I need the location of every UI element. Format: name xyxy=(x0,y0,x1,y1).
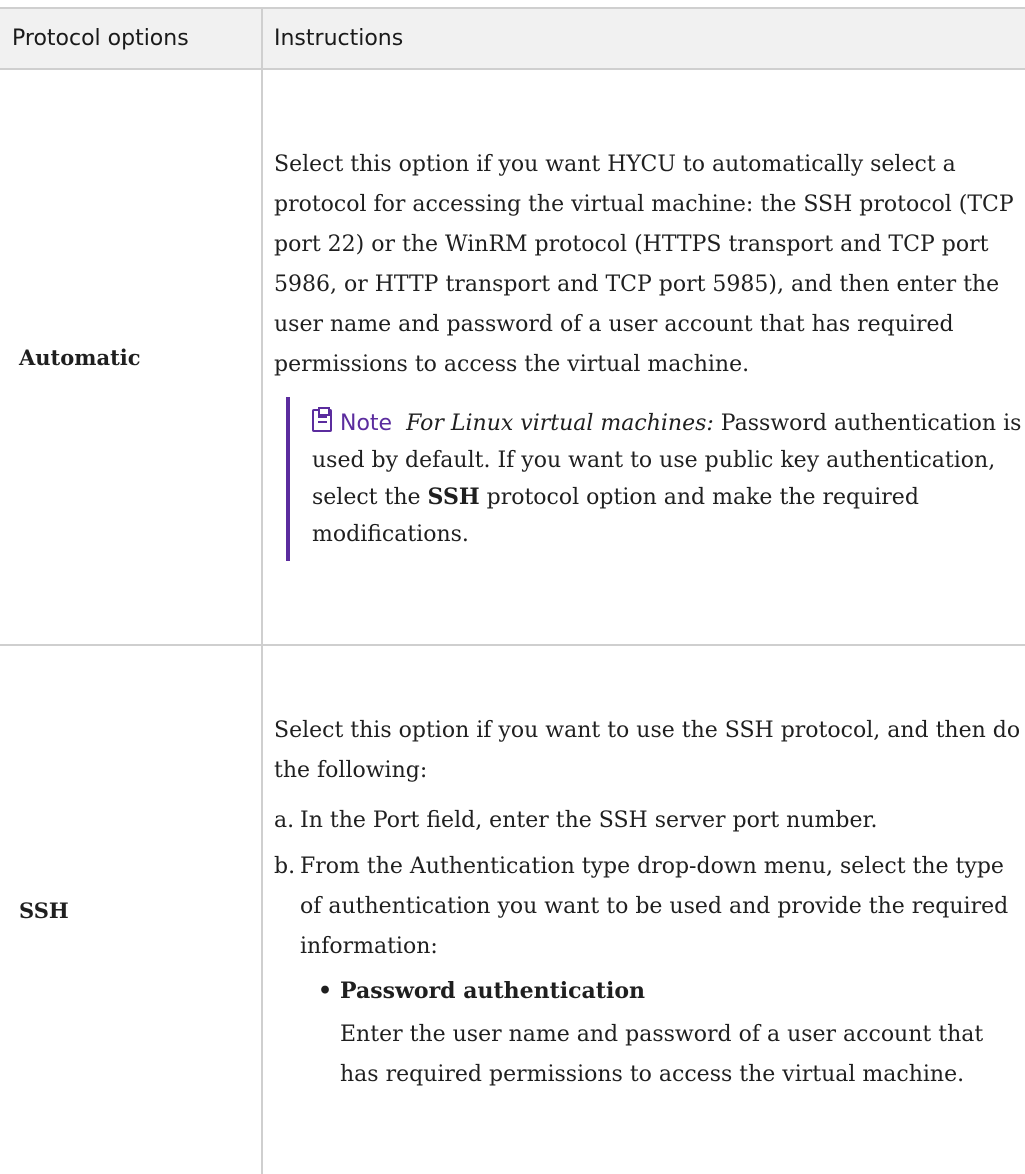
note-callout: Note For Linux virtual machines: Passwor… xyxy=(286,397,1025,561)
instructions-automatic: Select this option if you want HYCU to a… xyxy=(261,69,1025,646)
step-marker: a. xyxy=(274,808,295,833)
protocol-options-table: Protocol options Instructions Automatic … xyxy=(0,7,1025,1174)
note-emphasis: For Linux virtual machines: xyxy=(406,411,714,436)
list-item: b. From the Authentication type drop-dow… xyxy=(274,847,1025,1095)
step-marker: b. xyxy=(274,854,296,879)
note-bold-ssh: SSH xyxy=(427,484,480,510)
ssh-steps-list: a. In the Port field, enter the SSH serv… xyxy=(274,801,1025,1095)
ssh-intro: Select this option if you want to use th… xyxy=(274,718,1021,783)
column-header-protocol-options: Protocol options xyxy=(0,7,262,70)
table-row-automatic: Automatic Select this option if you want… xyxy=(0,69,1025,646)
table-row-ssh: SSH Select this option if you want to us… xyxy=(0,645,1025,1174)
automatic-description: Select this option if you want HYCU to a… xyxy=(274,152,1014,377)
option-name-automatic: Automatic xyxy=(0,69,262,646)
column-header-instructions: Instructions xyxy=(261,7,1025,70)
clipboard-note-icon xyxy=(312,407,332,432)
note-label: Note xyxy=(340,411,393,436)
bullet-marker: • xyxy=(318,978,333,1004)
bullet-item-password-auth: • Password authentication Enter the user… xyxy=(318,971,1025,1095)
instructions-ssh: Select this option if you want to use th… xyxy=(261,645,1025,1174)
step-text: In the Port field, enter the SSH server … xyxy=(300,808,878,833)
bullet-title: Password authentication xyxy=(340,978,645,1004)
step-text: From the Authentication type drop-down m… xyxy=(300,854,1009,959)
list-item: a. In the Port field, enter the SSH serv… xyxy=(274,801,1025,841)
table-header-row: Protocol options Instructions xyxy=(0,7,1025,70)
option-name-ssh: SSH xyxy=(19,897,69,923)
bullet-text: Enter the user name and password of a us… xyxy=(340,1022,984,1087)
